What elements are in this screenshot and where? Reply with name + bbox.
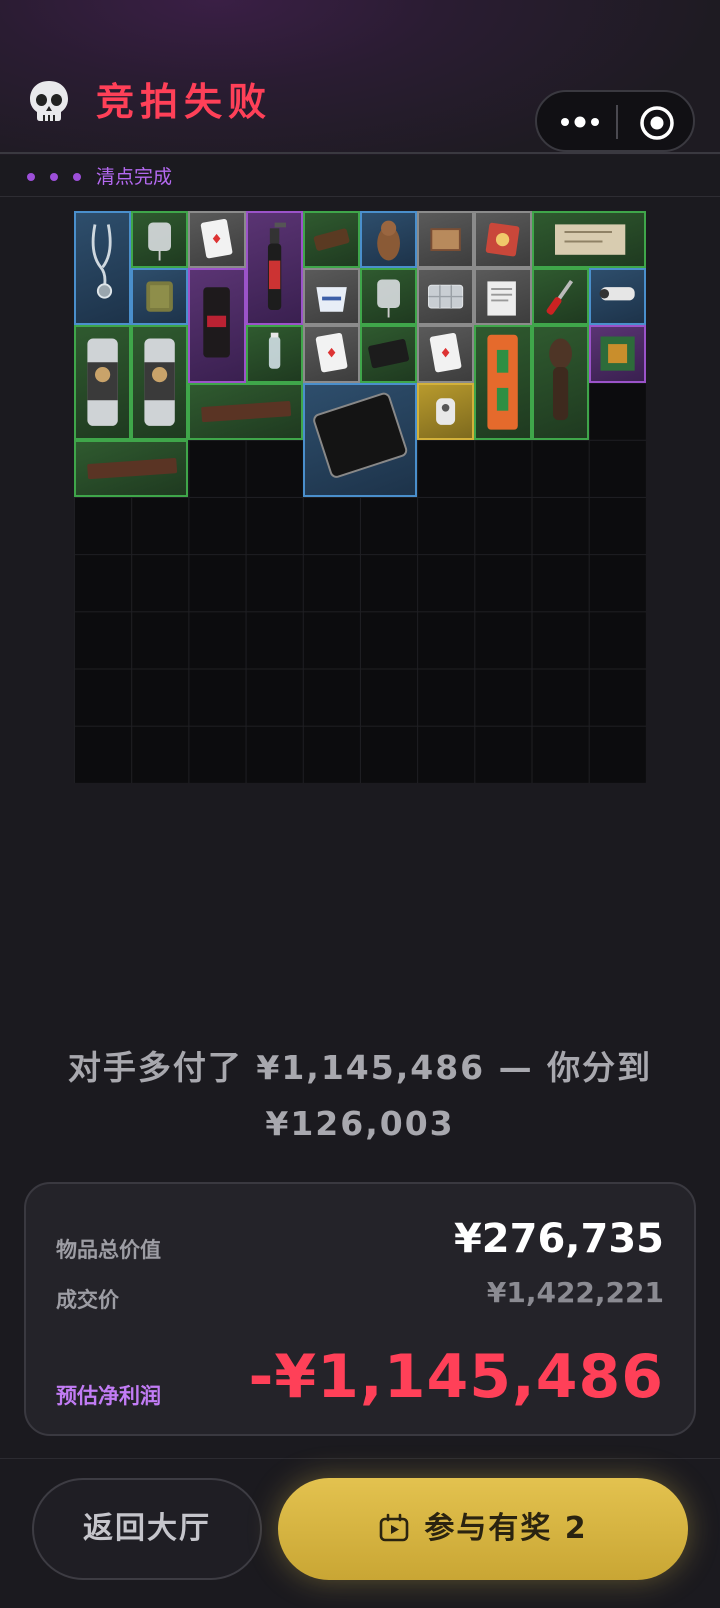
item-owl-figurine[interactable] — [360, 211, 418, 269]
summary-panel: 物品总价值 ¥276,735 成交价 ¥1,422,221 预估净利润 -¥1,… — [24, 1182, 696, 1436]
coffee-bag-icon — [203, 287, 231, 358]
item-blowtorch[interactable] — [245, 211, 303, 326]
circuit-board-icon — [600, 336, 635, 372]
item-wood-plank[interactable] — [188, 382, 303, 440]
mini-program-capsule — [535, 90, 695, 152]
yogurt-cup-icon — [316, 287, 347, 312]
item-food-ration[interactable] — [131, 268, 189, 326]
playing-card-icon — [430, 333, 462, 373]
chocolate-bar-icon — [313, 228, 350, 251]
item-playing-card[interactable] — [188, 211, 246, 269]
net-profit-label: 预估净利润 — [56, 1384, 161, 1408]
item-snack-pack[interactable] — [474, 211, 532, 269]
item-water-bottle[interactable] — [245, 325, 303, 383]
blowtorch-icon — [267, 222, 286, 310]
total-value-label: 物品总价值 — [56, 1238, 161, 1262]
item-stethoscope[interactable] — [74, 211, 132, 326]
item-documents[interactable] — [474, 268, 532, 326]
item-iv-bag[interactable] — [131, 211, 189, 269]
item-old-map[interactable] — [531, 211, 646, 269]
tablet-icon — [312, 392, 407, 478]
wood-plank-icon — [87, 457, 178, 479]
playing-card-icon — [201, 219, 233, 259]
energy-can-icon — [144, 338, 175, 427]
more-icon[interactable] — [557, 110, 603, 134]
energy-can-icon — [87, 338, 118, 427]
water-bottle-icon — [268, 333, 280, 370]
return-lobby-button[interactable]: 返回大厅 — [32, 1478, 262, 1580]
item-tribal-statue[interactable] — [531, 325, 589, 440]
item-gadget[interactable] — [417, 382, 475, 440]
item-energy-can[interactable] — [131, 325, 189, 440]
tribal-statue-icon — [548, 338, 572, 421]
inventory-grid — [74, 211, 646, 783]
item-screwdriver[interactable] — [531, 268, 589, 326]
total-value: ¥276,735 — [453, 1216, 664, 1262]
item-pill-box[interactable] — [417, 268, 475, 326]
footer-divider — [0, 1458, 720, 1459]
stethoscope-icon — [91, 224, 113, 299]
old-map-icon — [554, 224, 625, 255]
matchbox-icon — [430, 228, 461, 251]
snack-pack-icon — [486, 222, 520, 257]
skull-icon — [26, 78, 72, 124]
capsule-divider — [616, 105, 618, 139]
gadget-icon — [436, 397, 456, 425]
deal-price: ¥1,422,221 — [486, 1276, 664, 1309]
wood-plank-icon — [201, 400, 292, 422]
item-security-camera[interactable] — [588, 268, 646, 326]
item-coffee-bag[interactable] — [188, 268, 246, 383]
item-playing-card[interactable] — [302, 325, 360, 383]
close-target-icon[interactable] — [639, 105, 675, 141]
loading-dots-icon — [26, 168, 86, 186]
item-yogurt-cup[interactable] — [302, 268, 360, 326]
item-playing-card[interactable] — [417, 325, 475, 383]
page-title: 竞拍失败 — [96, 80, 273, 124]
item-spirit-level[interactable] — [474, 325, 532, 440]
iv-bag-icon — [377, 279, 400, 318]
item-card-sleeve[interactable] — [360, 325, 418, 383]
item-chocolate-bar[interactable] — [302, 211, 360, 269]
video-icon — [378, 1484, 410, 1542]
security-camera-icon — [599, 287, 635, 301]
reward-button-label: 参与有奖 2 — [424, 1511, 588, 1546]
item-iv-bag[interactable] — [360, 268, 418, 326]
owl-figurine-icon — [377, 220, 400, 261]
deal-price-label: 成交价 — [56, 1288, 119, 1312]
header-divider — [0, 152, 720, 154]
section-divider — [0, 196, 720, 197]
item-wood-plank[interactable] — [74, 439, 189, 497]
item-tablet[interactable] — [302, 382, 418, 497]
net-profit: -¥1,145,486 — [248, 1342, 664, 1412]
spirit-level-icon — [487, 335, 519, 431]
reward-button[interactable]: 参与有奖 2 — [278, 1478, 688, 1580]
pill-box-icon — [428, 284, 464, 309]
card-sleeve-icon — [368, 339, 410, 369]
status-text: 清点完成 — [96, 166, 173, 188]
item-circuit-board[interactable] — [588, 325, 646, 383]
iv-bag-icon — [148, 222, 172, 261]
result-message: 对手多付了 ¥1,145,486 — 你分到 ¥126,003 — [67, 1048, 653, 1143]
item-matchbox[interactable] — [417, 211, 475, 269]
screwdriver-icon — [546, 280, 573, 315]
documents-icon — [487, 281, 517, 316]
food-ration-icon — [146, 281, 174, 312]
item-energy-can[interactable] — [74, 325, 132, 440]
playing-card-icon — [315, 333, 348, 373]
